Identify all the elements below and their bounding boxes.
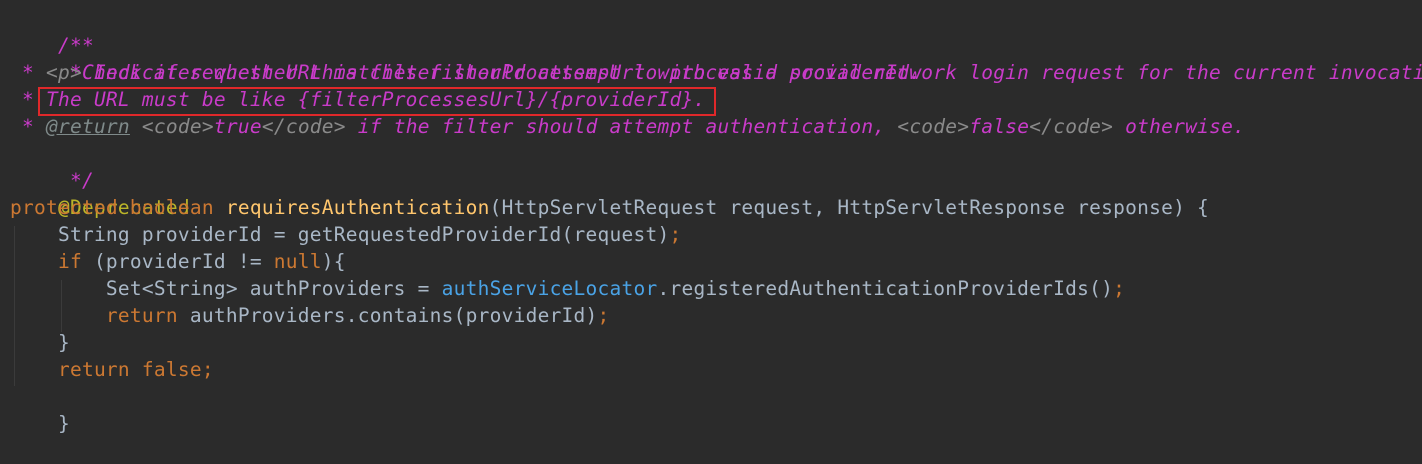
doc-comment-star: * <box>10 115 46 138</box>
html-tag-p: <p> <box>45 61 82 84</box>
code-editor[interactable]: /** * Indicates whether this filter shou… <box>0 0 1422 435</box>
semicolon: ; <box>669 223 682 246</box>
html-tag-code-open: <code> <box>897 115 970 138</box>
method-params: (HttpServletRequest request, HttpServlet… <box>489 196 1210 219</box>
code-line-11: Set<String> authProviders = authServiceL… <box>10 275 1125 302</box>
code-line-9: String providerId = getRequestedProvider… <box>10 221 681 248</box>
doc-comment-text: if the filter should attempt authenticat… <box>345 115 898 138</box>
code-line-2: * Indicates whether this filter should a… <box>10 32 1422 84</box>
field-auth-service-locator: authServiceLocator <box>441 277 658 300</box>
code-line-14: return false; <box>10 356 214 383</box>
keyword-false: false <box>141 358 202 381</box>
html-tag-code-close: </code> <box>261 115 346 138</box>
doc-comment-text: Check if request URL matches filterProce… <box>81 61 922 84</box>
semicolon: ; <box>597 304 610 327</box>
code-line-15: } <box>10 383 70 435</box>
doc-space <box>130 115 142 138</box>
code-line-7: @Deprecated <box>10 167 190 219</box>
code-line-12: return authProviders.contains(providerId… <box>10 302 610 329</box>
doc-false: false <box>969 115 1030 138</box>
semicolon: ; <box>201 358 214 381</box>
method-call: .registeredAuthenticationProviderIds() <box>657 277 1114 300</box>
doc-true: true <box>213 115 262 138</box>
return-expression: authProviders.contains(providerId) <box>177 304 598 327</box>
doc-comment-text: otherwise. <box>1113 115 1246 138</box>
keyword-protected: protected <box>10 196 118 219</box>
code-line-6: */ <box>10 140 94 192</box>
code-line-3: * <p>Check if request URL matches filter… <box>10 59 921 86</box>
keyword-return: return <box>105 304 178 327</box>
brace-close: } <box>57 331 70 354</box>
code-line-10: if (providerId != null){ <box>10 248 346 275</box>
keyword-return: return <box>57 358 130 381</box>
html-tag-code-close: </code> <box>1029 115 1114 138</box>
statement: Set<String> authProviders = <box>105 277 442 300</box>
keyword-null: null <box>273 250 322 273</box>
condition: (providerId != <box>81 250 274 273</box>
html-tag-code-open: <code> <box>141 115 214 138</box>
brace-open: ){ <box>321 250 346 273</box>
code-line-8: protected boolean requiresAuthentication… <box>10 194 1209 221</box>
keyword-if: if <box>57 250 82 273</box>
code-line-5: * @return <code>true</code> if the filte… <box>10 113 1245 140</box>
semicolon: ; <box>1113 277 1126 300</box>
javadoc-return-tag: @return <box>45 115 130 138</box>
highlight-box <box>38 87 716 116</box>
code-line-13: } <box>10 329 70 356</box>
doc-comment-star: * <box>10 61 46 84</box>
keyword-boolean: boolean <box>129 196 214 219</box>
statement: String providerId = getRequestedProvider… <box>57 223 670 246</box>
code-line-1: /** <box>10 5 94 57</box>
method-name: requiresAuthentication <box>225 196 490 219</box>
